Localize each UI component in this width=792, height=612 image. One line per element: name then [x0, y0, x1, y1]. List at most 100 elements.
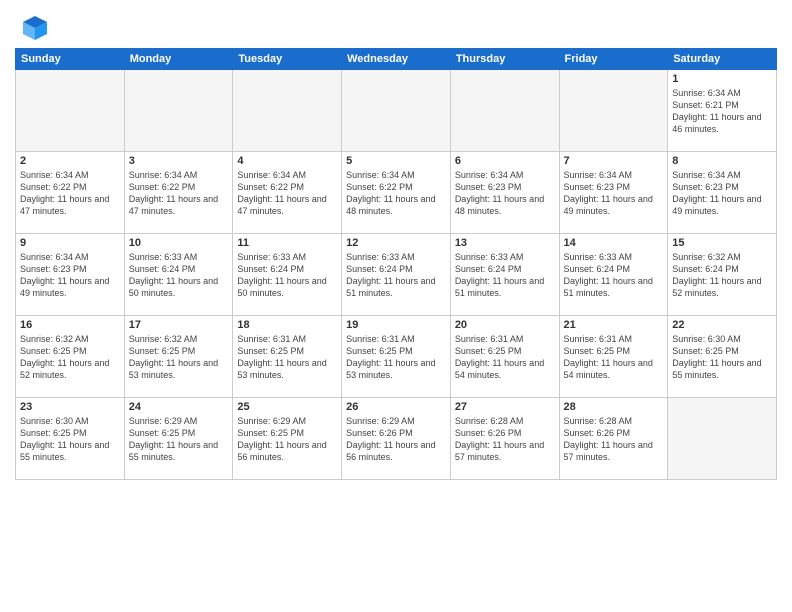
- calendar-cell: 16 Sunrise: 6:32 AM Sunset: 6:25 PM Dayli…: [16, 316, 125, 398]
- calendar-cell: 14 Sunrise: 6:33 AM Sunset: 6:24 PM Dayli…: [559, 234, 668, 316]
- calendar-cell: [342, 70, 451, 152]
- calendar-cell: [16, 70, 125, 152]
- calendar-cell: [559, 70, 668, 152]
- calendar-cell: 18 Sunrise: 6:31 AM Sunset: 6:25 PM Dayli…: [233, 316, 342, 398]
- day-detail: Sunrise: 6:33 AM Sunset: 6:24 PM Dayligh…: [455, 251, 555, 300]
- calendar-cell: 24 Sunrise: 6:29 AM Sunset: 6:25 PM Dayli…: [124, 398, 233, 480]
- logo-flag-icon: [21, 14, 49, 42]
- weekday-header-friday: Friday: [559, 49, 668, 70]
- day-number: 11: [237, 237, 337, 249]
- day-detail: Sunrise: 6:31 AM Sunset: 6:25 PM Dayligh…: [455, 333, 555, 382]
- weekday-header-thursday: Thursday: [450, 49, 559, 70]
- day-detail: Sunrise: 6:30 AM Sunset: 6:25 PM Dayligh…: [20, 415, 120, 464]
- calendar-table: SundayMondayTuesdayWednesdayThursdayFrid…: [15, 48, 777, 480]
- calendar-cell: 17 Sunrise: 6:32 AM Sunset: 6:25 PM Dayli…: [124, 316, 233, 398]
- day-detail: Sunrise: 6:33 AM Sunset: 6:24 PM Dayligh…: [129, 251, 229, 300]
- day-detail: Sunrise: 6:29 AM Sunset: 6:26 PM Dayligh…: [346, 415, 446, 464]
- week-row-2: 9 Sunrise: 6:34 AM Sunset: 6:23 PM Daylig…: [16, 234, 777, 316]
- calendar-cell: 2 Sunrise: 6:34 AM Sunset: 6:22 PM Daylig…: [16, 152, 125, 234]
- day-number: 24: [129, 401, 229, 413]
- day-detail: Sunrise: 6:34 AM Sunset: 6:22 PM Dayligh…: [129, 169, 229, 218]
- calendar-cell: [450, 70, 559, 152]
- calendar-cell: 28 Sunrise: 6:28 AM Sunset: 6:26 PM Dayli…: [559, 398, 668, 480]
- day-detail: Sunrise: 6:31 AM Sunset: 6:25 PM Dayligh…: [564, 333, 664, 382]
- day-number: 10: [129, 237, 229, 249]
- calendar-cell: 23Sunrise: 6:30 AM Sunset: 6:25 PM Dayli…: [16, 398, 125, 480]
- day-number: 17: [129, 319, 229, 331]
- day-detail: Sunrise: 6:32 AM Sunset: 6:25 PM Dayligh…: [129, 333, 229, 382]
- day-number: 2: [20, 155, 120, 167]
- day-detail: Sunrise: 6:34 AM Sunset: 6:21 PM Dayligh…: [672, 87, 772, 136]
- calendar-cell: 27 Sunrise: 6:28 AM Sunset: 6:26 PM Dayli…: [450, 398, 559, 480]
- calendar-cell: 21 Sunrise: 6:31 AM Sunset: 6:25 PM Dayli…: [559, 316, 668, 398]
- calendar-cell: [233, 70, 342, 152]
- calendar-cell: 3 Sunrise: 6:34 AM Sunset: 6:22 PM Daylig…: [124, 152, 233, 234]
- calendar-cell: 19 Sunrise: 6:31 AM Sunset: 6:25 PM Dayli…: [342, 316, 451, 398]
- day-number: 7: [564, 155, 664, 167]
- calendar-cell: 4 Sunrise: 6:34 AM Sunset: 6:22 PM Daylig…: [233, 152, 342, 234]
- day-detail: Sunrise: 6:29 AM Sunset: 6:25 PM Dayligh…: [129, 415, 229, 464]
- day-detail: Sunrise: 6:28 AM Sunset: 6:26 PM Dayligh…: [564, 415, 664, 464]
- page-header: [15, 10, 777, 42]
- calendar-cell: 8 Sunrise: 6:34 AM Sunset: 6:23 PM Daylig…: [668, 152, 777, 234]
- day-detail: Sunrise: 6:32 AM Sunset: 6:24 PM Dayligh…: [672, 251, 772, 300]
- day-detail: Sunrise: 6:34 AM Sunset: 6:22 PM Dayligh…: [237, 169, 337, 218]
- day-number: 1: [672, 73, 772, 85]
- logo: [15, 14, 49, 42]
- day-detail: Sunrise: 6:29 AM Sunset: 6:25 PM Dayligh…: [237, 415, 337, 464]
- day-detail: Sunrise: 6:30 AM Sunset: 6:25 PM Dayligh…: [672, 333, 772, 382]
- day-detail: Sunrise: 6:34 AM Sunset: 6:22 PM Dayligh…: [20, 169, 120, 218]
- day-number: 26: [346, 401, 446, 413]
- day-number: 27: [455, 401, 555, 413]
- weekday-header-sunday: Sunday: [16, 49, 125, 70]
- day-number: 4: [237, 155, 337, 167]
- calendar-cell: [124, 70, 233, 152]
- calendar-cell: 11 Sunrise: 6:33 AM Sunset: 6:24 PM Dayli…: [233, 234, 342, 316]
- day-detail: Sunrise: 6:34 AM Sunset: 6:23 PM Dayligh…: [20, 251, 120, 300]
- day-number: 13: [455, 237, 555, 249]
- calendar-cell: 6Sunrise: 6:34 AM Sunset: 6:23 PM Daylig…: [450, 152, 559, 234]
- day-number: 18: [237, 319, 337, 331]
- day-number: 25: [237, 401, 337, 413]
- week-row-3: 16 Sunrise: 6:32 AM Sunset: 6:25 PM Dayli…: [16, 316, 777, 398]
- calendar-cell: 22Sunrise: 6:30 AM Sunset: 6:25 PM Dayli…: [668, 316, 777, 398]
- weekday-header-wednesday: Wednesday: [342, 49, 451, 70]
- calendar-cell: 5 Sunrise: 6:34 AM Sunset: 6:22 PM Daylig…: [342, 152, 451, 234]
- day-number: 28: [564, 401, 664, 413]
- day-number: 3: [129, 155, 229, 167]
- calendar-cell: 7 Sunrise: 6:34 AM Sunset: 6:23 PM Daylig…: [559, 152, 668, 234]
- week-row-0: 1 Sunrise: 6:34 AM Sunset: 6:21 PM Daylig…: [16, 70, 777, 152]
- day-number: 9: [20, 237, 120, 249]
- weekday-header-saturday: Saturday: [668, 49, 777, 70]
- calendar-cell: 9 Sunrise: 6:34 AM Sunset: 6:23 PM Daylig…: [16, 234, 125, 316]
- calendar-cell: 15Sunrise: 6:32 AM Sunset: 6:24 PM Dayli…: [668, 234, 777, 316]
- weekday-header-row: SundayMondayTuesdayWednesdayThursdayFrid…: [16, 49, 777, 70]
- day-number: 6: [455, 155, 555, 167]
- day-number: 20: [455, 319, 555, 331]
- day-detail: Sunrise: 6:34 AM Sunset: 6:23 PM Dayligh…: [672, 169, 772, 218]
- day-detail: Sunrise: 6:33 AM Sunset: 6:24 PM Dayligh…: [346, 251, 446, 300]
- day-number: 14: [564, 237, 664, 249]
- day-detail: Sunrise: 6:28 AM Sunset: 6:26 PM Dayligh…: [455, 415, 555, 464]
- day-detail: Sunrise: 6:31 AM Sunset: 6:25 PM Dayligh…: [237, 333, 337, 382]
- day-detail: Sunrise: 6:32 AM Sunset: 6:25 PM Dayligh…: [20, 333, 120, 382]
- day-detail: Sunrise: 6:33 AM Sunset: 6:24 PM Dayligh…: [564, 251, 664, 300]
- calendar-cell: 25 Sunrise: 6:29 AM Sunset: 6:25 PM Dayli…: [233, 398, 342, 480]
- calendar-cell: 20 Sunrise: 6:31 AM Sunset: 6:25 PM Dayli…: [450, 316, 559, 398]
- day-detail: Sunrise: 6:34 AM Sunset: 6:22 PM Dayligh…: [346, 169, 446, 218]
- day-number: 16: [20, 319, 120, 331]
- day-number: 5: [346, 155, 446, 167]
- weekday-header-monday: Monday: [124, 49, 233, 70]
- calendar-cell: 26 Sunrise: 6:29 AM Sunset: 6:26 PM Dayli…: [342, 398, 451, 480]
- calendar-cell: 13 Sunrise: 6:33 AM Sunset: 6:24 PM Dayli…: [450, 234, 559, 316]
- week-row-4: 23Sunrise: 6:30 AM Sunset: 6:25 PM Dayli…: [16, 398, 777, 480]
- day-number: 19: [346, 319, 446, 331]
- day-detail: Sunrise: 6:31 AM Sunset: 6:25 PM Dayligh…: [346, 333, 446, 382]
- day-number: 8: [672, 155, 772, 167]
- calendar-cell: 1 Sunrise: 6:34 AM Sunset: 6:21 PM Daylig…: [668, 70, 777, 152]
- day-detail: Sunrise: 6:34 AM Sunset: 6:23 PM Dayligh…: [564, 169, 664, 218]
- day-number: 21: [564, 319, 664, 331]
- day-number: 12: [346, 237, 446, 249]
- calendar-cell: 12 Sunrise: 6:33 AM Sunset: 6:24 PM Dayli…: [342, 234, 451, 316]
- day-detail: Sunrise: 6:33 AM Sunset: 6:24 PM Dayligh…: [237, 251, 337, 300]
